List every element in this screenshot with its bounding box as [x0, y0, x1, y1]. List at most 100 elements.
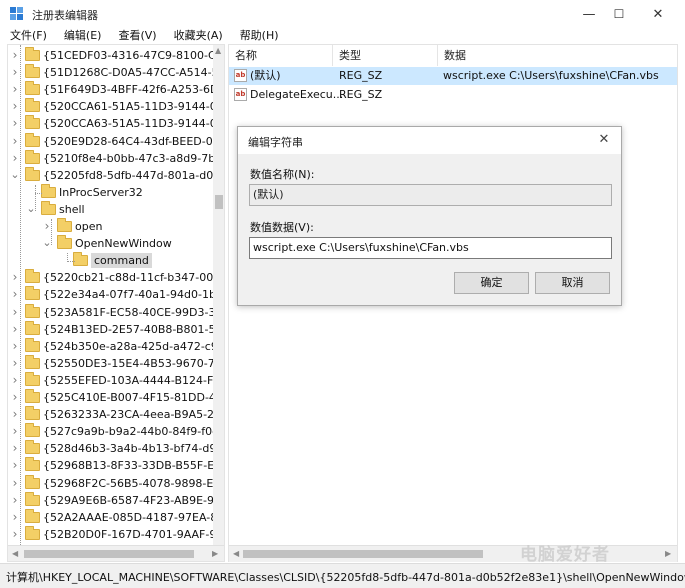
chevron-right-icon[interactable]: › [10, 510, 20, 524]
value-name-label: 数值名称(N): [250, 168, 315, 181]
folder-icon [25, 286, 40, 301]
chevron-right-icon[interactable]: › [10, 493, 20, 507]
tree-item-label: {520CCA61-51A5-11D3-9144-0010 [43, 100, 213, 114]
value-name: DelegateExecu... [250, 88, 344, 101]
tree-item[interactable]: › {520CCA61-51A5-11D3-9144-0010 [8, 98, 213, 115]
chevron-right-icon[interactable]: › [10, 82, 20, 96]
tree-item[interactable]: › {525C410E-B007-4F15-81DD-49D [8, 389, 213, 406]
tree-guide-line [35, 185, 36, 211]
column-header-name[interactable]: 名称 [229, 45, 333, 66]
tree-item[interactable]: › {520CCA63-51A5-11D3-9144-0010 [8, 115, 213, 132]
tree-item-label: {52A2AAAE-085D-4187-97EA-8C3 [43, 510, 213, 524]
tree-item[interactable]: › {5255EFED-103A-4444-B124-F88F [8, 371, 213, 389]
tree-item[interactable]: ⌄ OpenNewWindow [8, 235, 213, 252]
folder-icon [25, 371, 40, 386]
chevron-right-icon[interactable]: › [10, 373, 20, 387]
scroll-thumb[interactable] [243, 550, 483, 558]
key-tree-pane[interactable]: › {51CEDF03-4316-47C9-8100-CAC › {51D1268C-… [7, 44, 225, 562]
folder-icon [25, 491, 40, 506]
chevron-right-icon[interactable]: › [10, 322, 20, 336]
tree-item[interactable]: › {527c9a9b-b9a2-44b0-84f9-f0dc1 [8, 423, 213, 440]
tree-item[interactable]: command [8, 252, 213, 269]
close-button[interactable]: ✕ [639, 0, 677, 28]
tree-item[interactable]: › {52550DE3-15E4-4B53-9670-74FC [8, 354, 213, 372]
tree-item-label: InProcServer32 [59, 185, 143, 199]
value-data-label: 数值数据(V): [250, 221, 314, 234]
chevron-right-icon[interactable]: › [10, 476, 20, 490]
value-data-field[interactable]: wscript.exe C:\Users\fuxshine\CFan.vbs [249, 237, 612, 259]
chevron-down-icon[interactable]: ⌄ [10, 168, 20, 182]
chevron-right-icon[interactable]: › [10, 407, 20, 421]
tree-item[interactable]: › {52A2AAAE-085D-4187-97EA-8C3 [8, 508, 213, 526]
chevron-right-icon[interactable]: › [10, 287, 20, 301]
chevron-right-icon[interactable]: › [10, 527, 20, 541]
tree-guide-line [51, 219, 52, 245]
tree-item[interactable]: › {52968B13-8F33-33DB-B55F-ED57 [8, 457, 213, 474]
ok-button[interactable]: 确定 [454, 272, 529, 294]
dialog-close-icon[interactable]: ✕ [595, 131, 613, 149]
tree-item-label: {528d46b3-3a4b-4b13-bf74-d9cb [43, 442, 213, 456]
tree-item[interactable]: › {5220cb21-c88d-11cf-b347-00aa0 [8, 269, 213, 286]
tree-item[interactable]: ⌄ {52205fd8-5dfb-447d-801a-d0b5 [8, 166, 213, 184]
tree-item[interactable]: › {528d46b3-3a4b-4b13-bf74-d9cb [8, 440, 213, 457]
chevron-right-icon[interactable]: › [10, 441, 20, 455]
chevron-right-icon[interactable]: › [10, 270, 20, 284]
tree-vertical-scrollbar[interactable]: ▲ [213, 45, 224, 545]
tree-item[interactable]: › {51CEDF03-4316-47C9-8100-CAC [8, 47, 213, 64]
cancel-button[interactable]: 取消 [535, 272, 610, 294]
tree-item[interactable]: › {5263233A-23CA-4eea-B9A5-25A2 [8, 406, 213, 423]
chevron-right-icon[interactable]: › [10, 458, 20, 472]
scroll-thumb[interactable] [215, 195, 223, 209]
maximize-button[interactable]: ☐ [600, 0, 638, 28]
chevron-right-icon[interactable]: › [10, 99, 20, 113]
folder-icon [25, 525, 40, 540]
folder-icon [25, 457, 40, 472]
folder-icon [25, 132, 40, 147]
tree-item[interactable]: › {523A581F-EC58-40CE-99D3-36BF [8, 303, 213, 321]
scroll-thumb[interactable] [24, 550, 194, 558]
folder-icon [25, 423, 40, 438]
tree-item-label: {5263233A-23CA-4eea-B9A5-25A2 [43, 408, 213, 422]
tree-item-label: {5255EFED-103A-4444-B124-F88F [43, 373, 213, 387]
value-row[interactable]: ab (默认) REG_SZ wscript.exe C:\Users\fuxs… [229, 67, 677, 85]
chevron-right-icon[interactable]: › [10, 339, 20, 353]
chevron-right-icon[interactable]: › [10, 48, 20, 62]
folder-icon [25, 269, 40, 284]
tree-item-label: {520E9D28-64C4-43df-BEED-02D9 [43, 134, 213, 148]
tree-item[interactable]: › {52968F2C-56B5-4078-9898-EA59 [8, 474, 213, 492]
tree-item[interactable]: › open [8, 218, 213, 235]
tree-item[interactable]: ⌄ shell [8, 200, 213, 218]
tree-item[interactable]: › {51F649D3-4BFF-42f6-A253-6D87 [8, 81, 213, 98]
tree-horizontal-scrollbar[interactable]: ◀ ▶ [8, 545, 224, 561]
chevron-right-icon[interactable]: › [10, 356, 20, 370]
chevron-right-icon[interactable]: › [10, 390, 20, 404]
tree-item[interactable]: › {524B13ED-2E57-40B8-B801-5FA3 [8, 320, 213, 338]
chevron-right-icon[interactable]: › [10, 305, 20, 319]
tree-item[interactable]: › {52B20D0F-167D-4701-9AAF-9E6C [8, 525, 213, 543]
column-header-data[interactable]: 数据 [438, 45, 677, 66]
chevron-right-icon[interactable]: › [10, 151, 20, 165]
scroll-right-icon[interactable]: ▶ [212, 549, 218, 558]
tree-item[interactable]: › {522e34a4-07f7-40a1-94d0-1bfe8 [8, 286, 213, 303]
string-value-icon: ab [234, 88, 247, 101]
chevron-right-icon[interactable]: › [10, 424, 20, 438]
column-header-type[interactable]: 类型 [333, 45, 438, 66]
tree-item[interactable]: › {529A9E6B-6587-4F23-AB9E-9C7D [8, 491, 213, 509]
scroll-left-icon[interactable]: ◀ [233, 549, 239, 558]
tree-item-label: {52B20D0F-167D-4701-9AAF-9E6C [43, 527, 213, 541]
tree-item-label: open [75, 220, 103, 233]
scroll-left-icon[interactable]: ◀ [12, 549, 18, 558]
chevron-right-icon[interactable]: › [10, 65, 20, 79]
tree-item[interactable]: › {524b350e-a28a-425d-a472-c9e2 [8, 337, 213, 355]
tree-item[interactable]: › {51D1268C-D0A5-47CC-A514-547 [8, 64, 213, 81]
folder-icon [57, 218, 72, 232]
chevron-right-icon[interactable]: › [10, 116, 20, 130]
tree-item[interactable]: › {5210f8e4-b0bb-47c3-a8d9-7b22 [8, 149, 213, 167]
tree-item-label: {525C410E-B007-4F15-81DD-49D [43, 391, 213, 404]
tree-item-label: {523A581F-EC58-40CE-99D3-36BF [43, 305, 213, 319]
tree-item[interactable]: › {520E9D28-64C4-43df-BEED-02D9 [8, 132, 213, 150]
chevron-right-icon[interactable]: › [10, 134, 20, 148]
scroll-up-icon[interactable]: ▲ [215, 46, 221, 55]
value-row[interactable]: ab DelegateExecu... REG_SZ [229, 86, 677, 104]
dialog-title-bar: 编辑字符串 ✕ [238, 127, 621, 154]
